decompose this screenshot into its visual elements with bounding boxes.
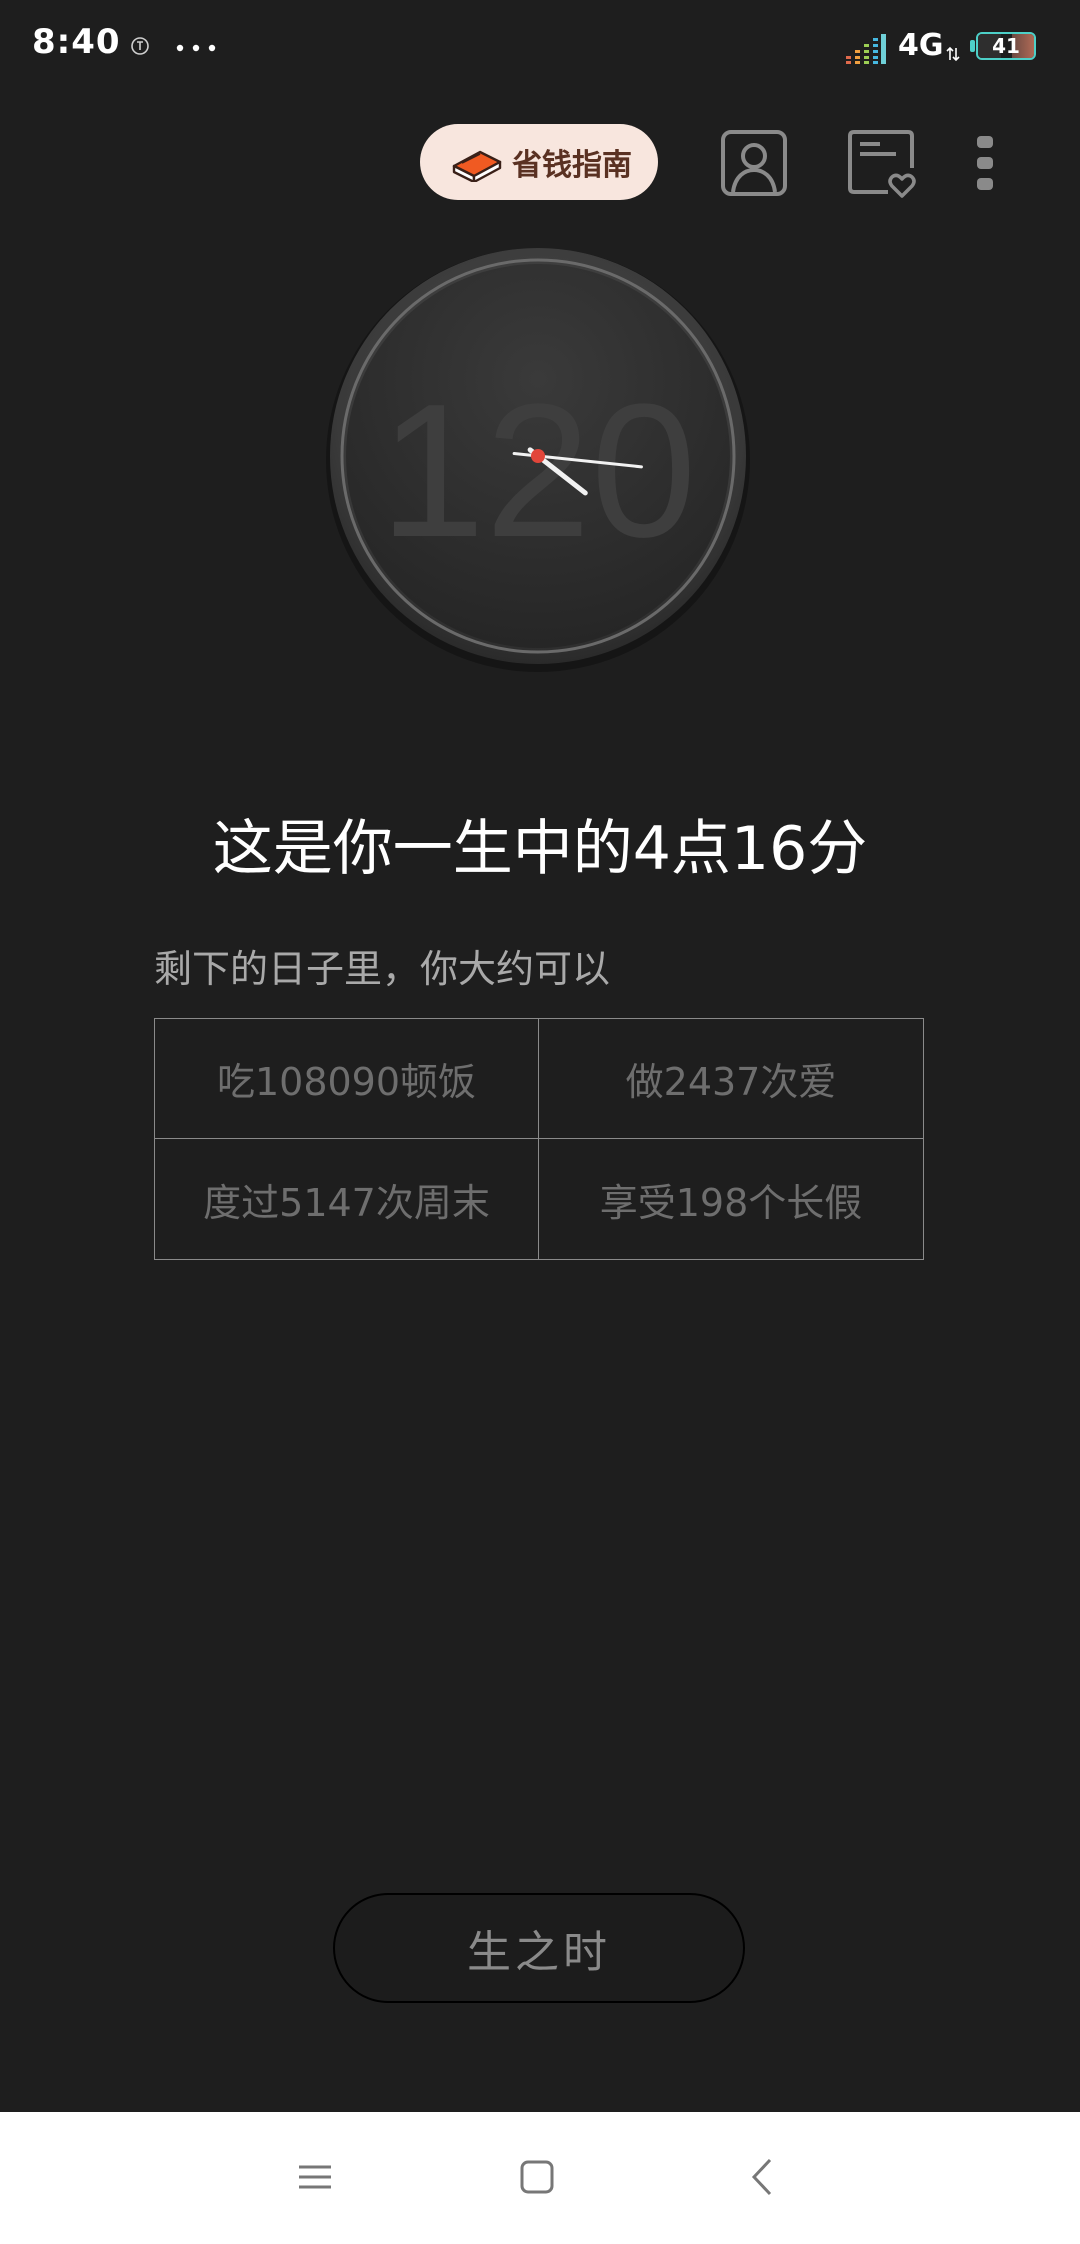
signal-icon	[846, 34, 886, 64]
life-time-label: 生之时	[467, 1927, 611, 1978]
network-type: 4G	[898, 28, 944, 63]
navigation-bar	[0, 2112, 1080, 2244]
back-icon[interactable]	[740, 2152, 790, 2202]
menu-icon[interactable]	[290, 2152, 340, 2202]
clock-center-dot	[531, 449, 545, 463]
home-icon[interactable]	[512, 2152, 562, 2202]
clock-number: 120	[379, 365, 696, 577]
user-icon[interactable]	[719, 128, 789, 198]
stat-love: 做2437次爱	[539, 1019, 923, 1139]
app-screen: 8:40 4G 41 省钱指南 120 这是你一生中的4点16分 剩下的日子里，…	[0, 0, 1080, 2244]
stat-meals: 吃108090顿饭	[155, 1019, 539, 1139]
status-bar: 8:40 4G 41	[0, 0, 1080, 96]
stats-grid: 吃108090顿饭 做2437次爱 度过5147次周末 享受198个长假	[154, 1018, 924, 1260]
battery-level: 41	[992, 34, 1020, 58]
stat-weekends: 度过5147次周末	[155, 1139, 539, 1259]
battery-icon: 41	[970, 32, 1040, 64]
page-title: 这是你一生中的4点16分	[212, 814, 868, 884]
money-saving-guide-button[interactable]: 省钱指南	[420, 124, 658, 200]
more-dots-icon	[176, 44, 216, 52]
book-icon	[452, 150, 502, 182]
clock-face: 120	[326, 248, 750, 672]
subtitle: 剩下的日子里，你大约可以	[154, 947, 611, 991]
heart-card-icon[interactable]	[846, 128, 916, 198]
network-arrows-icon	[946, 46, 960, 62]
more-vertical-icon[interactable]	[970, 128, 1000, 198]
stat-holidays: 享受198个长假	[599, 1180, 863, 1225]
status-time: 8:40	[32, 22, 121, 62]
life-time-button[interactable]: 生之时	[333, 1893, 745, 2003]
guide-label: 省钱指南	[512, 148, 632, 183]
app-notification-icon	[131, 37, 149, 55]
